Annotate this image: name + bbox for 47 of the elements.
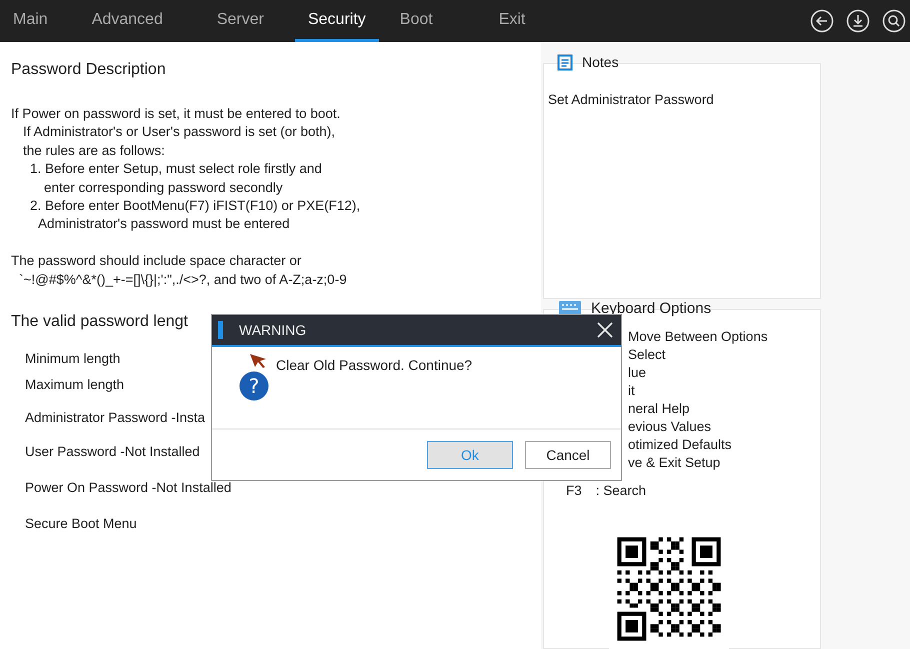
cursor-icon [249,353,267,369]
key-description: otimized Defaults [628,436,732,452]
key-description: Move Between Options [628,328,768,344]
setting-label[interactable]: Minimum length [25,350,120,366]
accent-bar [218,321,223,339]
key-description: it [628,382,635,398]
back-icon[interactable] [810,9,834,33]
tab[interactable]: Advanced [78,0,176,42]
description-text: If Power on password is set, it must be entered to boot. [11,106,340,121]
tab[interactable]: Exit [486,0,538,42]
setting-label[interactable]: User Password -Not Installed [25,444,200,459]
setting-label[interactable]: Administrator Password -Insta [25,410,206,426]
description-text: `~!@#$%^&*()_+-=[]\{}|;':",./<>?, and two of A-Z;a-z;0-9 [19,272,347,287]
notes-title: Notes [582,54,619,70]
setting-label[interactable]: Secure Boot Menu [25,516,137,531]
section-title: The valid password lengt [11,313,188,332]
dialog-message: Clear Old Password. Continue? [276,357,472,375]
description-text: Administrator's password must be entered [38,216,290,232]
notes-text: Set Administrator Password [548,92,714,107]
key-description: lue [628,364,646,380]
dialog-title: WARNING [239,322,306,338]
search-icon[interactable] [882,9,906,33]
section-title: Password Description [11,61,166,79]
close-icon[interactable] [597,322,613,338]
description-text: the rules are as follows: [23,142,165,158]
keyboard-title: Keyboard Options [591,300,712,316]
key-description: neral Help [628,400,690,416]
key-description: ve & Exit Setup [628,454,720,470]
description-text: If Administrator's or User's password is set (or both), [23,124,336,140]
tab[interactable]: Boot [386,0,446,42]
description-text: enter corresponding password secondly [44,180,283,195]
key-description: Select [628,346,666,362]
download-icon[interactable] [846,9,870,33]
key-description: : Search [596,482,646,498]
setting-label[interactable]: Power On Password -Not Installed [25,480,232,495]
notes-icon [557,54,573,70]
dialog-button[interactable]: Cancel [525,441,611,469]
key-label: F3 [566,482,582,498]
tab[interactable]: Server [204,0,277,42]
question-icon: ? [239,371,269,401]
tab[interactable]: Security [294,0,379,42]
setting-label[interactable]: Maximum length [25,376,124,392]
description-text: 1. Before enter Setup, must select role firstly and [30,161,322,176]
description-text: 2. Before enter BootMenu(F7) iFIST(F10) or PXE(F12), [30,198,360,214]
description-text: The password should include space character or [11,253,302,268]
tab[interactable]: Main [0,0,61,42]
key-description: evious Values [628,418,712,434]
